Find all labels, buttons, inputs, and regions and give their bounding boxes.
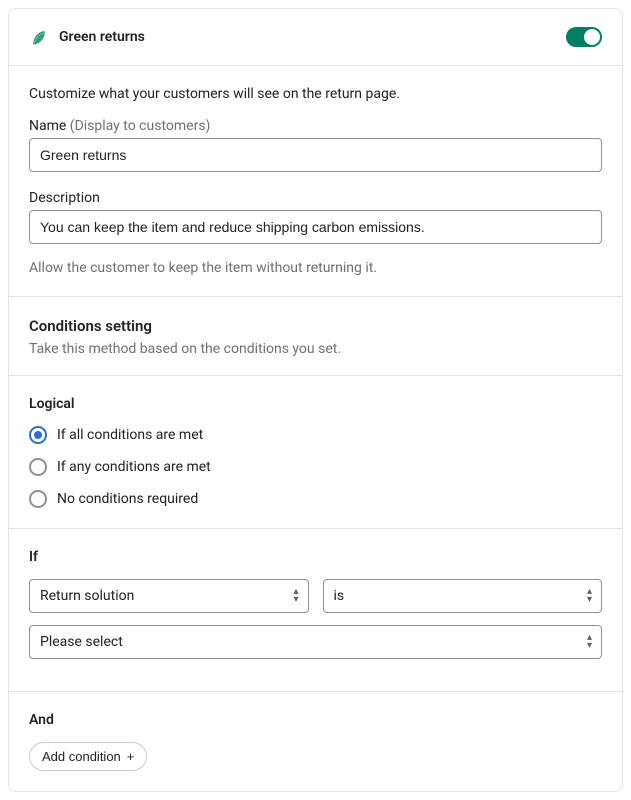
- customize-section: Customize what your customers will see o…: [9, 65, 622, 296]
- logical-title: Logical: [29, 396, 602, 412]
- name-hint: (Display to customers): [70, 118, 211, 134]
- card-title: Green returns: [59, 29, 145, 45]
- name-label-row: Name (Display to customers): [29, 118, 602, 134]
- if-value-select-wrap: Please select ▴▾: [29, 625, 602, 659]
- add-condition-label: Add condition: [42, 749, 121, 764]
- logical-option-all[interactable]: If all conditions are met: [29, 426, 602, 444]
- if-value-select[interactable]: Please select: [29, 625, 602, 659]
- radio-icon: [29, 426, 47, 444]
- if-title: If: [29, 549, 602, 565]
- if-operator-select-wrap: is ▴▾: [323, 579, 603, 613]
- logical-radio-group: If all conditions are met If any conditi…: [29, 426, 602, 508]
- name-input[interactable]: [29, 138, 602, 172]
- if-field-select-wrap: Return solution ▴▾: [29, 579, 309, 613]
- conditions-heading: Conditions setting: [29, 317, 602, 335]
- customize-intro: Customize what your customers will see o…: [29, 86, 602, 102]
- logical-section: Logical If all conditions are met If any…: [9, 375, 622, 528]
- card-header-left: Green returns: [29, 27, 145, 47]
- plus-icon: +: [127, 749, 135, 764]
- conditions-sub: Take this method based on the conditions…: [29, 341, 602, 357]
- description-input[interactable]: [29, 210, 602, 244]
- enable-toggle[interactable]: [566, 27, 602, 47]
- radio-icon: [29, 458, 47, 476]
- description-label: Description: [29, 190, 602, 206]
- conditions-heading-section: Conditions setting Take this method base…: [9, 296, 622, 375]
- if-row-2: Please select ▴▾: [29, 625, 602, 659]
- radio-icon: [29, 490, 47, 508]
- if-row-1: Return solution ▴▾ is ▴▾: [29, 579, 602, 613]
- and-section: And Add condition +: [9, 691, 622, 791]
- radio-label: If any conditions are met: [57, 459, 211, 475]
- logical-option-any[interactable]: If any conditions are met: [29, 458, 602, 476]
- name-field: Name (Display to customers): [29, 118, 602, 172]
- radio-label: If all conditions are met: [57, 427, 203, 443]
- card-header: Green returns: [9, 9, 622, 65]
- if-field-select[interactable]: Return solution: [29, 579, 309, 613]
- and-title: And: [29, 712, 602, 728]
- green-returns-card: Green returns Customize what your custom…: [8, 8, 623, 792]
- customize-note: Allow the customer to keep the item with…: [29, 260, 602, 276]
- logical-option-none[interactable]: No conditions required: [29, 490, 602, 508]
- radio-label: No conditions required: [57, 491, 198, 507]
- if-operator-select[interactable]: is: [323, 579, 603, 613]
- add-condition-button[interactable]: Add condition +: [29, 742, 147, 771]
- name-label: Name: [29, 118, 66, 134]
- if-section: If Return solution ▴▾ is ▴▾ Please selec…: [9, 528, 622, 691]
- description-field: Description: [29, 190, 602, 244]
- leaf-icon: [29, 27, 49, 47]
